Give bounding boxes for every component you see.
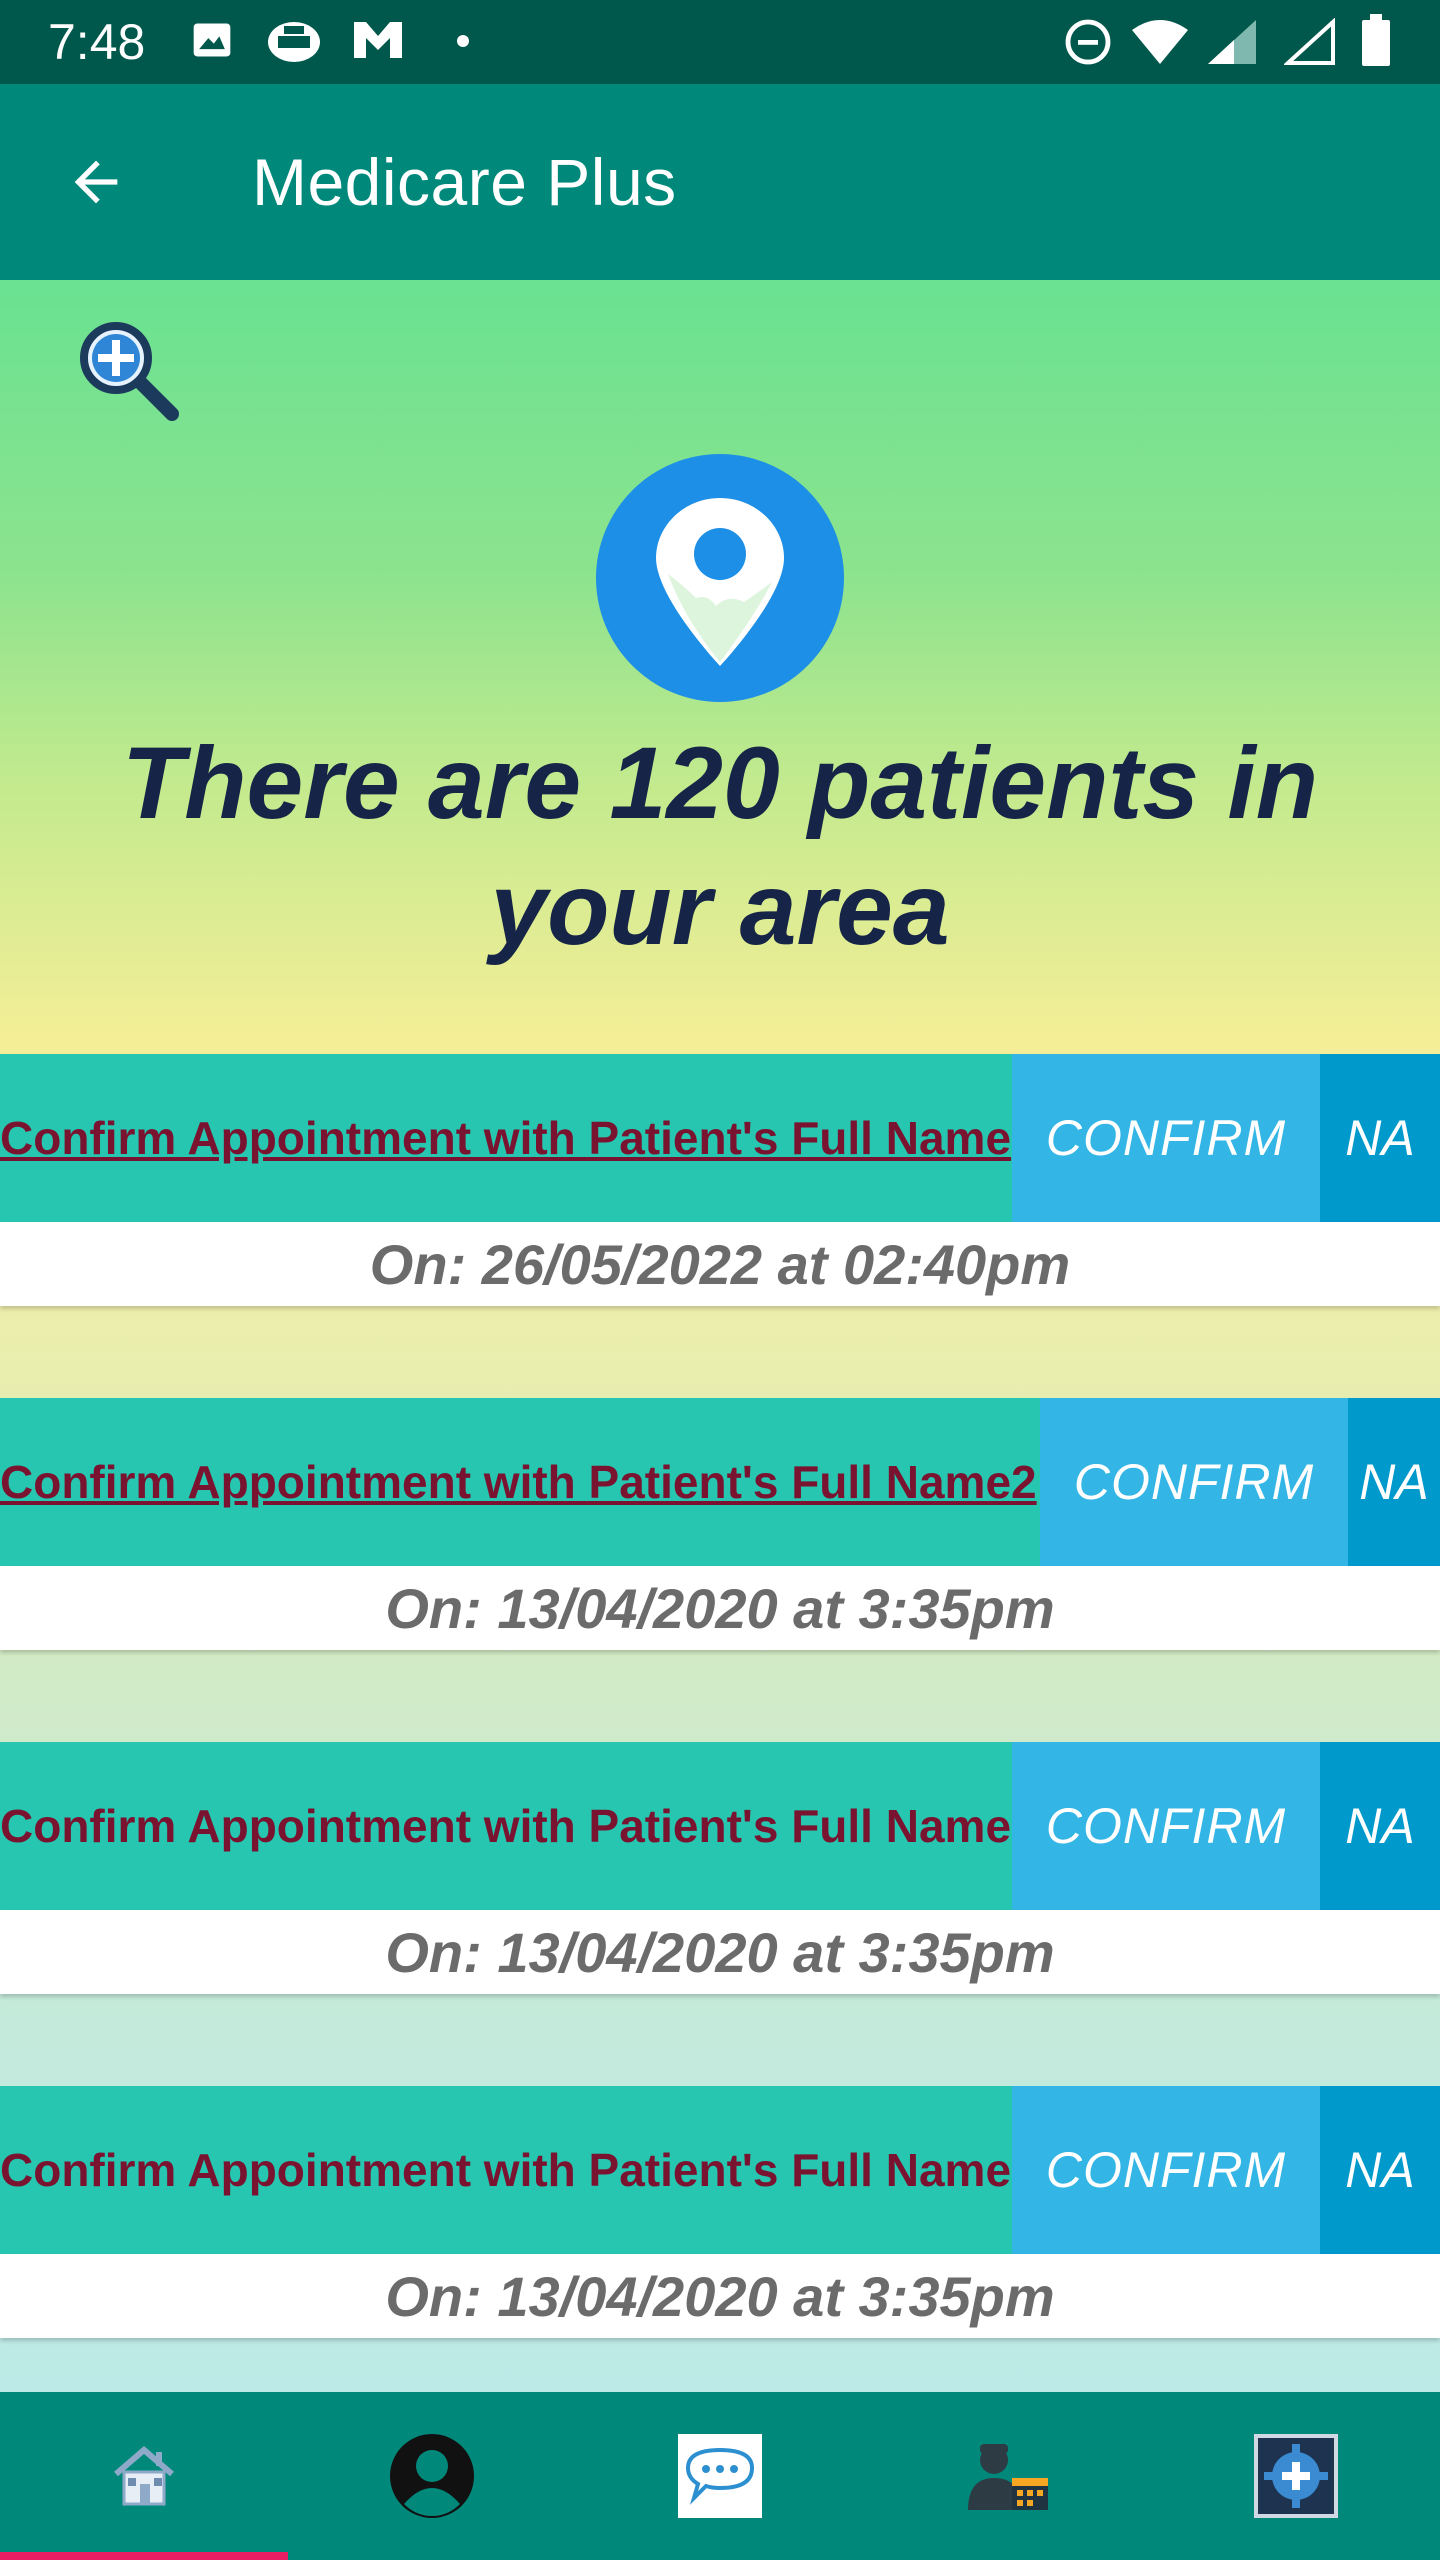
chat-icon	[678, 2434, 762, 2518]
nav-home[interactable]	[0, 2392, 288, 2560]
printer-icon	[268, 22, 320, 62]
dot-icon	[457, 35, 469, 47]
appointment-patient-name[interactable]: Confirm Appointment with Patient's Full …	[0, 1742, 1012, 1910]
location-badge	[596, 454, 844, 702]
confirm-button[interactable]: CONFIRM	[1012, 1742, 1320, 1910]
confirm-button[interactable]: CONFIRM	[1012, 1054, 1320, 1222]
battery-icon	[1362, 14, 1390, 66]
na-button[interactable]: NA	[1320, 2086, 1440, 2254]
na-button[interactable]: NA	[1348, 1398, 1440, 1566]
status-bar: 7:48	[0, 0, 1440, 84]
nav-settings[interactable]	[1152, 2392, 1440, 2560]
appointment-row: Confirm Appointment with Patient's Full …	[0, 1054, 1440, 1222]
nav-doctor-schedule[interactable]	[864, 2392, 1152, 2560]
main-content[interactable]: There are 120 patients in your area Conf…	[0, 280, 1440, 2392]
back-button[interactable]	[48, 134, 144, 230]
status-time: 7:48	[48, 14, 146, 70]
appointment-patient-link[interactable]: Confirm Appointment with Patient's Full …	[0, 1054, 1012, 1222]
appointment-row: Confirm Appointment with Patient's Full …	[0, 1742, 1440, 1910]
nav-profile[interactable]	[288, 2392, 576, 2560]
appointment-card: Confirm Appointment with Patient's Full …	[0, 1054, 1440, 1306]
na-button[interactable]: NA	[1320, 1742, 1440, 1910]
app-title: Medicare Plus	[252, 145, 677, 219]
bottom-navigation	[0, 2392, 1440, 2560]
appointment-row: Confirm Appointment with Patient's Full …	[0, 2086, 1440, 2254]
appointment-date: On: 13/04/2020 at 3:35pm	[0, 1566, 1440, 1650]
signal-icon	[1208, 20, 1256, 64]
do-not-disturb-icon	[1065, 19, 1111, 65]
na-button[interactable]: NA	[1320, 1054, 1440, 1222]
doctor-schedule-icon	[968, 2444, 1048, 2510]
appointment-patient-link[interactable]: Confirm Appointment with Patient's Full …	[0, 1398, 1040, 1566]
settings-icon	[1254, 2434, 1338, 2518]
appointment-card: Confirm Appointment with Patient's Full …	[0, 1398, 1440, 1650]
confirm-button[interactable]: CONFIRM	[1012, 2086, 1320, 2254]
appointment-patient-name[interactable]: Confirm Appointment with Patient's Full …	[0, 2086, 1012, 2254]
zoom-button[interactable]	[78, 320, 182, 424]
zoom-in-icon	[80, 322, 179, 421]
appointment-date: On: 13/04/2020 at 3:35pm	[0, 2254, 1440, 2338]
appointment-card: Confirm Appointment with Patient's Full …	[0, 2086, 1440, 2338]
patients-headline: There are 120 patients in your area	[121, 726, 1319, 966]
nav-active-indicator	[0, 2552, 288, 2560]
signal-empty-icon	[1284, 18, 1335, 65]
confirm-button[interactable]: CONFIRM	[1040, 1398, 1348, 1566]
nav-chat[interactable]	[576, 2392, 864, 2560]
appointment-date: On: 13/04/2020 at 3:35pm	[0, 1910, 1440, 1994]
home-icon	[114, 2446, 174, 2506]
location-pin-icon	[596, 454, 844, 702]
profile-icon	[390, 2434, 474, 2518]
app-bar: Medicare Plus	[0, 84, 1440, 280]
appointment-row: Confirm Appointment with Patient's Full …	[0, 1398, 1440, 1566]
appointment-card: Confirm Appointment with Patient's Full …	[0, 1742, 1440, 1994]
arrow-back-icon	[74, 160, 118, 204]
appointment-date: On: 26/05/2022 at 02:40pm	[0, 1222, 1440, 1306]
wifi-icon	[1132, 20, 1188, 64]
gmail-icon	[354, 22, 402, 58]
image-icon	[193, 23, 231, 57]
